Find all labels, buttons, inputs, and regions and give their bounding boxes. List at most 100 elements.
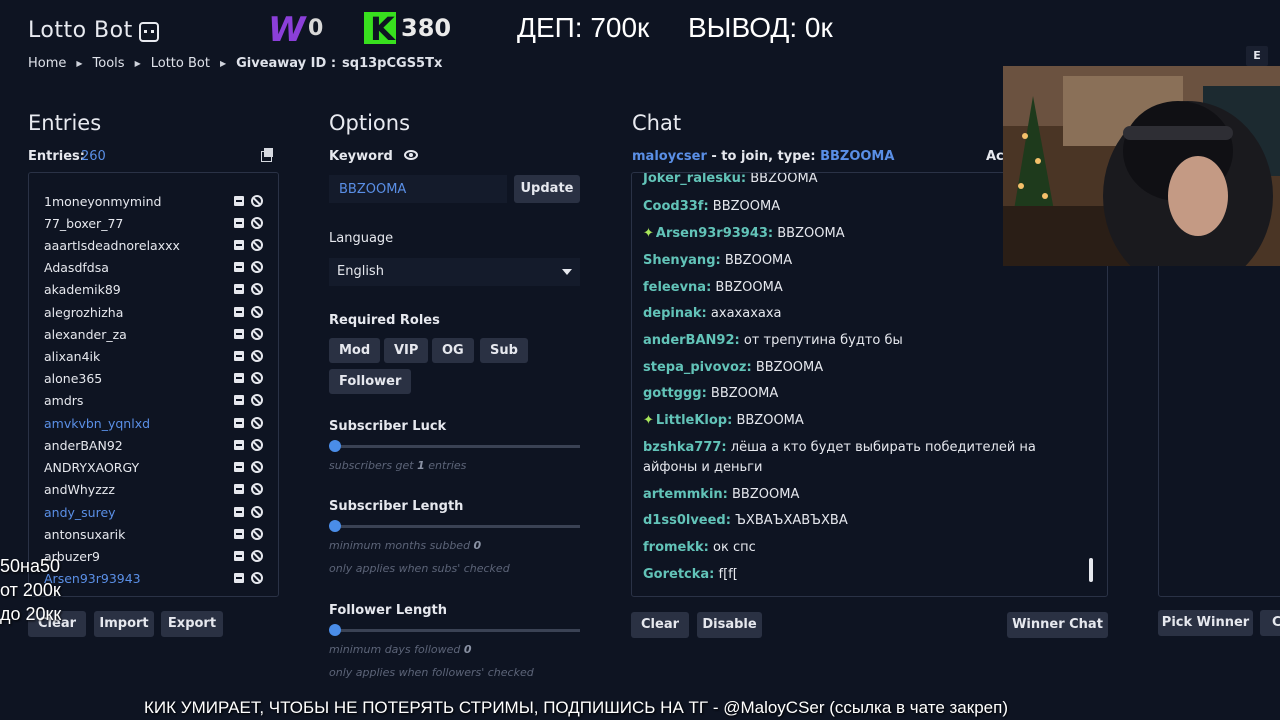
right-cut-button[interactable]: C (1260, 610, 1280, 636)
winner-chat-button[interactable]: Winner Chat (1007, 612, 1108, 638)
minus-icon[interactable] (234, 351, 244, 361)
minus-icon[interactable] (234, 373, 244, 383)
minus-icon[interactable] (234, 240, 244, 250)
minus-icon[interactable] (234, 484, 244, 494)
chat-nick[interactable]: Joker_ralesku: (643, 173, 746, 186)
eye-icon[interactable] (404, 150, 418, 160)
import-button[interactable]: Import (94, 611, 154, 637)
deposit-overlay: ДЕП: 700к (517, 12, 650, 43)
role-vip-button[interactable]: VIP (384, 338, 429, 363)
ban-icon[interactable] (251, 550, 263, 562)
minus-icon[interactable] (234, 218, 244, 228)
chat-text: f[f[ (718, 567, 738, 582)
minus-icon[interactable] (234, 329, 244, 339)
ban-icon[interactable] (251, 328, 263, 340)
role-og-button[interactable]: OG (432, 338, 474, 363)
disable-button[interactable]: Disable (697, 612, 762, 638)
ban-icon[interactable] (251, 483, 263, 495)
breadcrumb-lotto-bot[interactable]: Lotto Bot (151, 56, 210, 71)
role-follower-button[interactable]: Follower (329, 369, 412, 394)
chat-nick[interactable]: artemmkin: (643, 487, 728, 502)
subscriber-length-slider[interactable] (329, 520, 580, 532)
minus-icon[interactable] (234, 395, 244, 405)
chevron-down-icon (562, 269, 572, 275)
entry-name: andWhyzzz (44, 482, 115, 497)
chat-nick[interactable]: bzshka777: (643, 440, 727, 455)
copy-icon[interactable] (261, 148, 274, 162)
webcam-image (1003, 66, 1280, 266)
export-button[interactable]: Export (161, 611, 223, 637)
chat-clear-button[interactable]: Clear (631, 612, 689, 638)
update-button[interactable]: Update (514, 175, 580, 203)
minus-icon[interactable] (234, 307, 244, 317)
slider-handle[interactable] (329, 520, 341, 532)
chat-nick[interactable]: d1ss0lveed: (643, 513, 731, 528)
minus-icon[interactable] (234, 284, 244, 294)
chat-nick[interactable]: LittleKlop: (656, 413, 732, 428)
entries-list[interactable]: 1moneyonmymind 77_boxer_77 aaartIsdeadno… (28, 172, 279, 597)
minus-icon[interactable] (234, 418, 244, 428)
hint-value: 0 (463, 643, 472, 656)
ban-icon[interactable] (251, 528, 263, 540)
list-item: alegrozhizha (44, 303, 266, 323)
entry-name: anderBAN92 (44, 438, 123, 453)
chat-nick[interactable]: Cood33f: (643, 199, 709, 214)
minus-icon[interactable] (234, 507, 244, 517)
slider-handle[interactable] (329, 624, 341, 636)
minus-icon[interactable] (234, 573, 244, 583)
ban-icon[interactable] (251, 417, 263, 429)
chat-message: stepa_pivovoz: BBZOOMA (643, 358, 1083, 378)
language-value: English (337, 264, 384, 279)
chat-text: ЪХВАЪХАВЪХВА (735, 513, 848, 528)
breadcrumb-tools[interactable]: Tools (93, 56, 125, 71)
chat-message: Goretcka: f[f[ (643, 565, 1083, 585)
pick-winner-button[interactable]: Pick Winner (1158, 610, 1253, 636)
ban-icon[interactable] (251, 372, 263, 384)
minus-icon[interactable] (234, 196, 244, 206)
breadcrumb-home[interactable]: Home (28, 56, 66, 71)
ban-icon[interactable] (251, 572, 263, 584)
chat-nick[interactable]: stepa_pivovoz: (643, 360, 752, 375)
follower-length-slider[interactable] (329, 624, 580, 636)
role-mod-button[interactable]: Mod (329, 338, 381, 363)
ban-icon[interactable] (251, 506, 263, 518)
keyword-input[interactable] (329, 175, 507, 203)
entry-name: alone365 (44, 371, 103, 386)
ban-icon[interactable] (251, 439, 263, 451)
ban-icon[interactable] (251, 306, 263, 318)
language-select[interactable]: English (329, 258, 580, 286)
entry-name: amvkvbn_yqnlxd (44, 416, 151, 431)
ban-icon[interactable] (251, 283, 263, 295)
minus-icon[interactable] (234, 529, 244, 539)
kick-logo-letter: K (370, 10, 395, 48)
ban-icon[interactable] (251, 217, 263, 229)
chat-nick[interactable]: feleevna: (643, 280, 711, 295)
minus-icon[interactable] (234, 551, 244, 561)
list-item: aaartIsdeadnorelaxxx (44, 236, 266, 256)
chat-nick[interactable]: anderBAN92: (643, 333, 740, 348)
subscriber-luck-slider[interactable] (329, 440, 580, 452)
chat-nick[interactable]: depinak: (643, 306, 707, 321)
ban-icon[interactable] (251, 461, 263, 473)
chat-nick[interactable]: gottggg: (643, 386, 707, 401)
sparkle-badge-icon: ✦ (643, 413, 654, 428)
chat-message: fromekk: ок спс (643, 538, 1083, 558)
minus-icon[interactable] (234, 440, 244, 450)
chat-nick[interactable]: Shenyang: (643, 253, 721, 268)
ban-icon[interactable] (251, 394, 263, 406)
chat-nick[interactable]: Arsen93r93943: (656, 226, 773, 241)
overlay-line-2: от 200к (0, 580, 61, 600)
minus-icon[interactable] (234, 462, 244, 472)
list-item: amvkvbn_yqnlxd (44, 414, 266, 434)
minus-icon[interactable] (234, 262, 244, 272)
ban-icon[interactable] (251, 261, 263, 273)
ban-icon[interactable] (251, 195, 263, 207)
chat-scrollbar[interactable] (1089, 558, 1093, 582)
ban-icon[interactable] (251, 350, 263, 362)
chat-text: BBZOOMA (750, 172, 818, 186)
ban-icon[interactable] (251, 239, 263, 251)
chat-nick[interactable]: Goretcka: (643, 567, 714, 582)
slider-handle[interactable] (329, 440, 341, 452)
chat-nick[interactable]: fromekk: (643, 540, 709, 555)
role-sub-button[interactable]: Sub (480, 338, 528, 363)
